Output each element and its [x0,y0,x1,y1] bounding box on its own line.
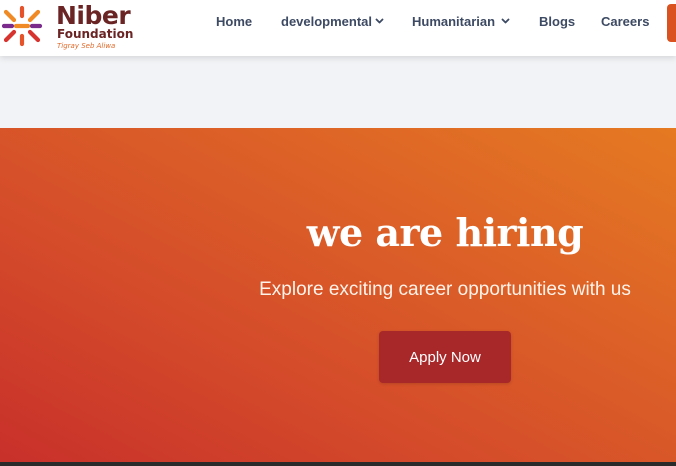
chevron-down-icon [501,18,510,24]
niber-logo-mark-icon [1,5,43,47]
site-header: Niber Foundation Tigray Seb Aliwa Home d… [0,0,676,56]
chevron-down-icon [375,18,384,24]
brand-logo[interactable]: Niber Foundation Tigray Seb Aliwa [0,2,150,52]
hero-title: we are hiring [306,210,584,255]
hiring-hero: we are hiring Explore exciting career op… [0,128,676,462]
nav-item-label: Careers [601,14,650,29]
brand-name: Niber [56,1,131,30]
header-cta-button[interactable] [667,4,676,42]
nav-item-careers[interactable]: Careers [601,13,649,31]
brand-subtitle: Foundation [57,27,134,41]
nav-item-humanitarian[interactable]: Humanitarian [412,13,510,31]
nav-item-developmental[interactable]: developmental [281,13,384,31]
nav-item-label: Home [216,14,253,29]
hero-subtitle: Explore exciting career opportunities wi… [259,279,631,300]
nav-item-label: Blogs [539,14,576,29]
brand-tagline: Tigray Seb Aliwa [57,42,116,50]
page-banner-strip [0,56,676,128]
nav-item-blogs[interactable]: Blogs [539,13,575,31]
apply-now-button[interactable]: Apply Now [379,331,511,383]
nav-item-label: Humanitarian [412,14,496,29]
apply-now-label: Apply Now [409,348,481,366]
nav-item-home[interactable]: Home [216,13,252,31]
nav-item-label: developmental [281,14,373,29]
divider [0,462,676,466]
